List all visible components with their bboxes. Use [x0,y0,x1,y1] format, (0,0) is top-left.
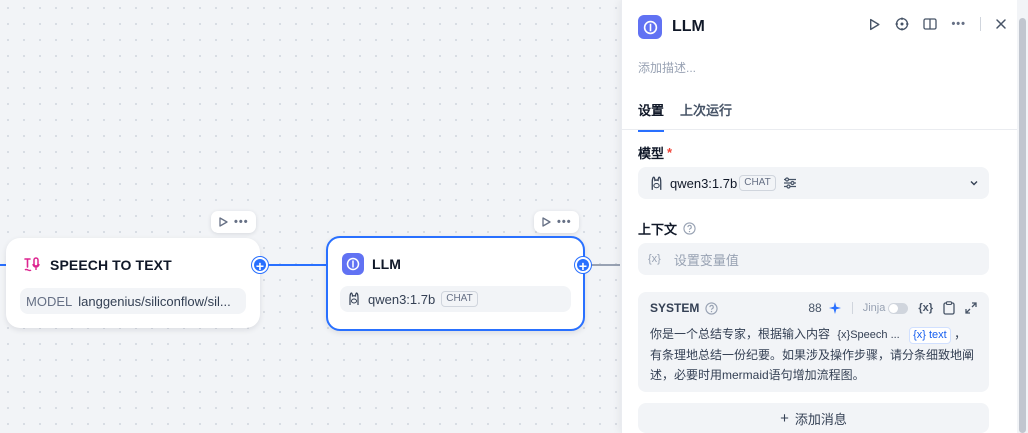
system-prompt-tools: 88 Jinja {x} [808,301,977,315]
system-label: SYSTEM [650,301,700,315]
jinja-label: Jinja [862,302,886,314]
tabs-divider [622,129,1017,130]
speech-to-text-node[interactable]: SPEECH TO TEXT MODEL langgenius/siliconf… [6,238,260,328]
panel-title[interactable]: LLM [672,18,705,36]
ollama-icon [346,291,362,307]
more-icon[interactable]: ••• [951,18,966,30]
crosshair-icon[interactable] [895,17,909,31]
edge-speech-to-llm [268,264,328,266]
toggle-knob [889,303,899,313]
context-label: 上下文 [638,219,696,238]
help-icon[interactable] [705,301,718,315]
more-icon[interactable]: ••• [234,216,249,228]
llm-node-model: qwen3:1.7b CHAT [340,286,571,312]
model-mode-badge: CHAT [739,175,776,191]
model-label-text: 模型 [638,146,665,161]
system-prompt-header: SYSTEM 88 Jinja {x} [650,301,977,315]
speech-to-text-icon [22,255,42,275]
divider [980,17,981,31]
llm-node-model-name: qwen3:1.7b [368,291,436,307]
expand-icon[interactable] [965,302,977,314]
clipboard-icon[interactable] [943,301,955,315]
divider [851,302,853,314]
speech-model-label: MODEL [26,293,73,309]
insert-variable-icon[interactable]: {x} [918,302,933,314]
required-mark: * [667,145,673,160]
speech-node-add-handle[interactable]: + [252,257,268,274]
token-count: 88 [808,301,822,315]
context-label-text: 上下文 [638,222,678,237]
edge-llm-to-next [591,264,620,266]
model-label: 模型 * [638,143,672,162]
plus-icon: + [780,409,789,427]
llm-icon [342,253,364,275]
panel-actions: ••• [868,17,1007,31]
model-selector[interactable]: qwen3:1.7b CHAT [638,167,989,199]
llm-node[interactable]: LLM qwen3:1.7b CHAT [326,236,585,331]
run-icon[interactable] [218,217,228,227]
node-config-panel: LLM ••• 添加描述... 设置 上次运行 模型 * qwen3:1.7b … [621,0,1017,433]
llm-node-title: LLM [372,256,402,272]
llm-node-mode-badge: CHAT [441,291,478,307]
speech-model-value: langgenius/siliconflow/sil... [78,293,231,309]
tab-settings[interactable]: 设置 [638,100,665,132]
context-placeholder: 设置变量值 [673,252,739,268]
llm-node-toolbar: ••• [534,211,579,233]
book-icon[interactable] [923,17,938,31]
add-message-button[interactable]: + 添加消息 [638,403,989,433]
help-icon[interactable] [683,222,696,235]
run-icon[interactable] [541,217,551,227]
panel-header: LLM [638,15,705,39]
jinja-toggle[interactable] [888,302,909,314]
workflow-canvas[interactable]: ••• SPEECH TO TEXT MODEL langgenius/sili… [0,0,620,433]
llm-node-add-handle[interactable]: + [575,257,591,274]
panel-tabs: 设置 上次运行 [638,100,732,132]
panel-scrollbar[interactable] [1017,0,1028,433]
speech-node-model: MODEL langgenius/siliconflow/sil... [20,288,246,314]
ollama-icon [648,175,665,192]
prompt-text-before: 你是一个总结专家，根据输入内容 [650,327,831,341]
sparkle-icon[interactable] [828,301,842,315]
variable-chip-speech[interactable]: {x}Speech ... [837,325,899,345]
more-icon[interactable]: ••• [557,216,572,228]
run-icon[interactable] [868,18,881,31]
add-message-label: 添加消息 [794,411,847,427]
chevron-down-icon[interactable] [969,178,979,188]
speech-node-toolbar: ••• [211,211,256,233]
llm-icon [638,15,662,39]
system-prompt-text[interactable]: 你是一个总结专家，根据输入内容 {x}Speech ... {x} text ，… [650,324,977,385]
model-name: qwen3:1.7b [670,175,738,191]
system-prompt-editor[interactable]: SYSTEM 88 Jinja {x} 你是一个总结专家，根据输入内容 {x}S… [638,292,989,392]
variable-chip-text[interactable]: {x} text [909,326,951,344]
sliders-icon[interactable] [783,176,797,190]
tab-last-run[interactable]: 上次运行 [680,100,732,132]
description-input[interactable]: 添加描述... [638,59,696,76]
scrollbar-thumb[interactable] [1019,18,1026,433]
close-icon[interactable] [995,18,1007,30]
variable-icon: {x} [648,253,661,265]
context-variable-selector[interactable]: {x} 设置变量值 [638,243,989,275]
speech-node-title: SPEECH TO TEXT [50,257,172,273]
